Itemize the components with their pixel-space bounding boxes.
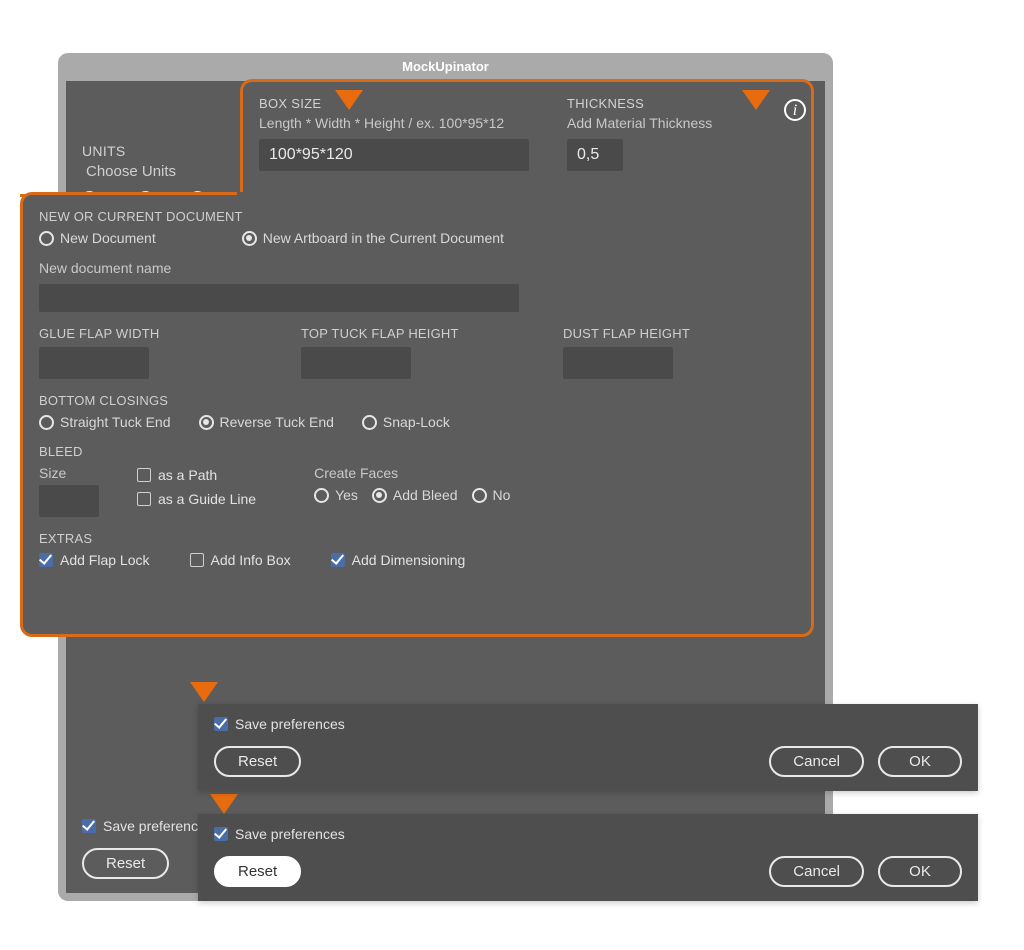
radio-reverse-tuck[interactable]: Reverse Tuck End: [199, 414, 334, 430]
boxsize-hint: Length * Width * Height / ex. 100*95*12: [259, 115, 555, 131]
window-title: MockUpinator: [58, 53, 833, 81]
document-label: NEW OR CURRENT DOCUMENT: [39, 209, 797, 224]
checkbox-flap-lock[interactable]: Add Flap Lock: [39, 552, 150, 568]
extras-section: EXTRAS Add Flap Lock Add Info Box Add Di…: [39, 531, 797, 568]
radio-faces-no[interactable]: No: [472, 487, 511, 503]
snap-lock-label: Snap-Lock: [383, 414, 450, 430]
overlay-footer-2: Save preferences Reset Cancel OK: [198, 814, 978, 901]
checkbox-checked-icon: [214, 827, 228, 841]
as-guide-label: as a Guide Line: [158, 491, 256, 507]
pointer-icon: [190, 682, 218, 702]
save-preferences-checkbox-1[interactable]: Save preferences: [214, 716, 345, 732]
flap-lock-label: Add Flap Lock: [60, 552, 150, 568]
overlay-footer-1: Save preferences Reset Cancel OK: [198, 704, 978, 791]
flap-section: GLUE FLAP WIDTH TOP TUCK FLAP HEIGHT DUS…: [39, 326, 797, 379]
bleed-size-label: Size: [39, 465, 109, 481]
new-artboard-label: New Artboard in the Current Document: [263, 230, 504, 246]
save-preferences-label: Save preferences: [235, 716, 345, 732]
info-icon[interactable]: i: [784, 99, 806, 121]
boxsize-input[interactable]: [259, 139, 529, 171]
thickness-input[interactable]: [567, 139, 623, 171]
faces-add-bleed-label: Add Bleed: [393, 487, 458, 503]
radio-empty-icon: [362, 415, 377, 430]
radio-selected-icon: [372, 488, 387, 503]
pointer-icon: [210, 794, 238, 814]
radio-new-artboard[interactable]: New Artboard in the Current Document: [242, 230, 504, 246]
thickness-hint: Add Material Thickness: [567, 115, 797, 131]
dust-flap-label: DUST FLAP HEIGHT: [563, 326, 797, 341]
radio-selected-icon: [242, 231, 257, 246]
reverse-tuck-label: Reverse Tuck End: [220, 414, 334, 430]
bottom-closings-section: BOTTOM CLOSINGS Straight Tuck End Revers…: [39, 393, 797, 430]
radio-straight-tuck[interactable]: Straight Tuck End: [39, 414, 171, 430]
bleed-size-input[interactable]: [39, 485, 99, 517]
straight-tuck-label: Straight Tuck End: [60, 414, 171, 430]
radio-empty-icon: [39, 231, 54, 246]
bleed-section: BLEED Size as a Path as a Guide Line Cre…: [39, 444, 797, 517]
boxsize-section: BOX SIZE Length * Width * Height / ex. 1…: [259, 96, 555, 171]
save-preferences-checkbox-window[interactable]: Save preferences: [82, 818, 213, 834]
create-faces-label: Create Faces: [314, 465, 510, 481]
ok-button-2[interactable]: OK: [878, 856, 962, 887]
bottom-closings-label: BOTTOM CLOSINGS: [39, 393, 797, 408]
checkbox-dimensioning[interactable]: Add Dimensioning: [331, 552, 466, 568]
checkbox-empty-icon: [137, 492, 151, 506]
doc-name-input[interactable]: [39, 284, 519, 312]
highlight-panel-top: BOX SIZE Length * Width * Height / ex. 1…: [240, 79, 814, 194]
checkbox-empty-icon: [137, 468, 151, 482]
glue-flap-input[interactable]: [39, 347, 149, 379]
checkbox-as-path[interactable]: as a Path: [137, 467, 256, 483]
as-path-label: as a Path: [158, 467, 217, 483]
top-tuck-label: TOP TUCK FLAP HEIGHT: [301, 326, 535, 341]
faces-no-label: No: [493, 487, 511, 503]
checkbox-checked-icon: [331, 553, 345, 567]
checkbox-checked-icon: [82, 819, 96, 833]
reset-button-2[interactable]: Reset: [214, 856, 301, 887]
top-tuck-input[interactable]: [301, 347, 411, 379]
doc-name-label: New document name: [39, 260, 797, 276]
document-section: NEW OR CURRENT DOCUMENT New Document New…: [39, 209, 797, 312]
save-preferences-checkbox-2[interactable]: Save preferences: [214, 826, 345, 842]
radio-selected-icon: [199, 415, 214, 430]
radio-faces-add-bleed[interactable]: Add Bleed: [372, 487, 458, 503]
bleed-label: BLEED: [39, 444, 797, 459]
radio-snap-lock[interactable]: Snap-Lock: [362, 414, 450, 430]
glue-flap-label: GLUE FLAP WIDTH: [39, 326, 273, 341]
highlight-panel-main: NEW OR CURRENT DOCUMENT New Document New…: [20, 192, 814, 637]
checkbox-empty-icon: [190, 553, 204, 567]
reset-button-window[interactable]: Reset: [82, 848, 169, 879]
radio-empty-icon: [472, 488, 487, 503]
boxsize-label: BOX SIZE: [259, 96, 555, 111]
radio-faces-yes[interactable]: Yes: [314, 487, 358, 503]
save-preferences-label: Save preferences: [103, 818, 213, 834]
pointer-icon: [742, 90, 770, 110]
checkbox-as-guide[interactable]: as a Guide Line: [137, 491, 256, 507]
reset-button-1[interactable]: Reset: [214, 746, 301, 777]
save-preferences-label: Save preferences: [235, 826, 345, 842]
faces-yes-label: Yes: [335, 487, 358, 503]
new-document-label: New Document: [60, 230, 156, 246]
cancel-button-1[interactable]: Cancel: [769, 746, 864, 777]
dust-flap-input[interactable]: [563, 347, 673, 379]
radio-new-document[interactable]: New Document: [39, 230, 156, 246]
radio-empty-icon: [39, 415, 54, 430]
extras-label: EXTRAS: [39, 531, 797, 546]
radio-empty-icon: [314, 488, 329, 503]
checkbox-checked-icon: [39, 553, 53, 567]
pointer-icon: [335, 90, 363, 110]
checkbox-checked-icon: [214, 717, 228, 731]
cancel-button-2[interactable]: Cancel: [769, 856, 864, 887]
checkbox-info-box[interactable]: Add Info Box: [190, 552, 291, 568]
ok-button-1[interactable]: OK: [878, 746, 962, 777]
info-box-label: Add Info Box: [211, 552, 291, 568]
dimensioning-label: Add Dimensioning: [352, 552, 466, 568]
